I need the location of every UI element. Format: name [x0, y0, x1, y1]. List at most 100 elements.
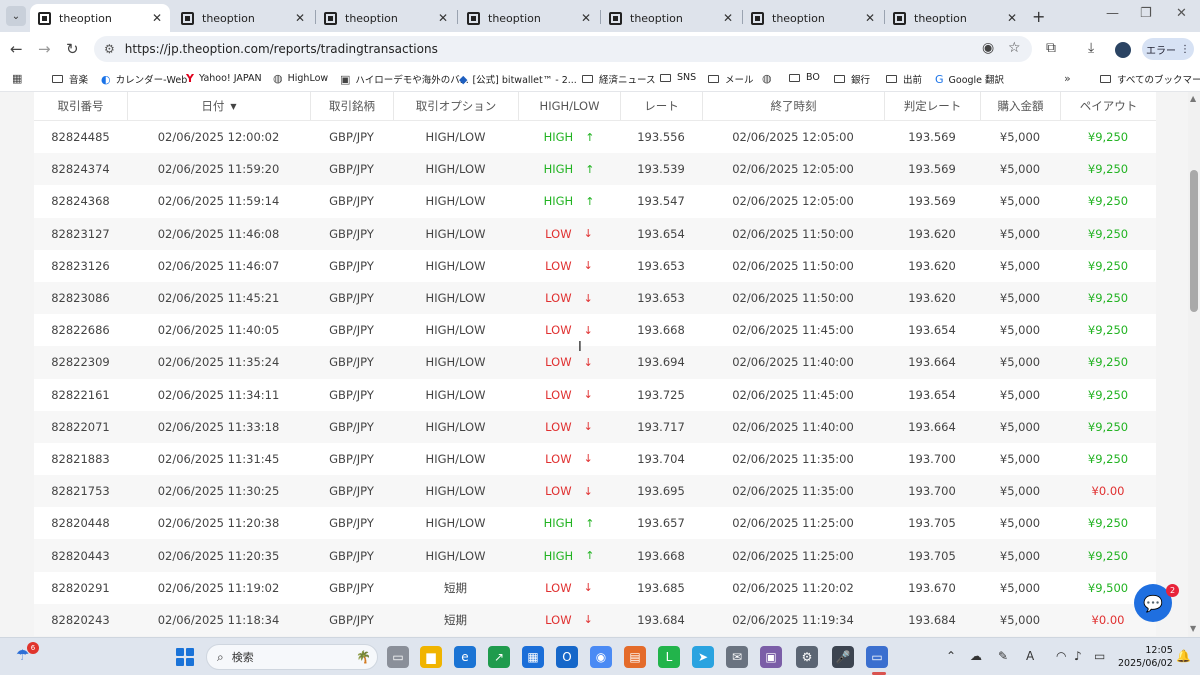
bookmark-folder[interactable]: 音楽	[52, 72, 88, 86]
date-cell: 02/06/2025 11:20:35	[157, 548, 280, 563]
pen-icon[interactable]: ✎	[998, 649, 1008, 663]
close-icon[interactable]: ✕	[295, 11, 305, 25]
scroll-up-icon[interactable]: ▲	[1190, 94, 1196, 103]
chrome-icon[interactable]: ◉	[590, 646, 612, 668]
clock[interactable]: 12:05 2025/06/02	[1118, 644, 1173, 670]
site-settings-icon[interactable]: ⚙	[104, 42, 115, 56]
header-date[interactable]: 日付 ▼	[127, 92, 310, 120]
office-icon[interactable]: ▤	[624, 646, 646, 668]
table-row: 82823127 02/06/2025 11:46:08 GBP/JPY HIGH/L…	[34, 217, 1156, 250]
bookmark-item[interactable]: Y Yahoo! JAPAN	[186, 72, 262, 85]
mail-icon[interactable]: ✉	[726, 646, 748, 668]
reload-icon[interactable]: ↻	[66, 40, 79, 58]
rate-cell: 193.547	[637, 194, 685, 209]
table-row: 82821753 02/06/2025 11:30:25 GBP/JPY HIGH/L…	[34, 475, 1156, 508]
stocks-app-icon[interactable]: ↗	[488, 646, 510, 668]
close-window-icon[interactable]: ✕	[1176, 6, 1187, 21]
all-bookmarks-folder[interactable]: すべてのブックマーク	[1100, 72, 1200, 86]
active-app-icon[interactable]: ▭	[866, 646, 888, 668]
minimize-icon[interactable]: —	[1106, 6, 1119, 21]
browser-tab[interactable]: theoption ✕	[30, 4, 170, 32]
edge-icon[interactable]: e	[454, 646, 476, 668]
line-icon[interactable]: L	[658, 646, 680, 668]
arrow-up-icon: ↑	[585, 162, 595, 176]
rate-cell: 193.668	[637, 323, 685, 338]
new-tab-button[interactable]: +	[1032, 7, 1045, 26]
profile-avatar[interactable]	[1115, 42, 1131, 58]
browser-tab[interactable]: theoption ✕	[459, 4, 599, 32]
bookmark-folder[interactable]: BO	[789, 72, 820, 83]
calendar-app-icon[interactable]: ▦	[522, 646, 544, 668]
payout-cell: ¥9,250	[1087, 291, 1129, 306]
folder-icon	[52, 75, 63, 83]
browser-tab[interactable]: theoption ✕	[173, 4, 313, 32]
clock-date: 2025/06/02	[1118, 658, 1173, 669]
error-button[interactable]: エラー ⋮	[1142, 38, 1194, 60]
file-explorer-icon[interactable]: ▆	[420, 646, 442, 668]
extensions-icon[interactable]: ⧉	[1046, 40, 1056, 56]
bookmark-item[interactable]: ◍ HighLow	[273, 72, 328, 85]
bookmark-item[interactable]: ▣ ハイローデモや海外のバ...	[340, 72, 469, 87]
url-text[interactable]: https://jp.theoption.com/reports/trading…	[125, 42, 438, 56]
battery-icon[interactable]: ▭	[1094, 649, 1105, 663]
wifi-icon[interactable]: ◠	[1056, 649, 1066, 663]
star-icon[interactable]: ☆	[1008, 40, 1021, 56]
judge-rate-cell: 193.700	[908, 451, 956, 466]
bookmark-item[interactable]: ◆ [公式] bitwallet™ - 2...	[459, 72, 577, 87]
apps-grid-icon[interactable]: ▦	[12, 72, 27, 85]
settings-gear-icon[interactable]: ⚙	[796, 646, 818, 668]
trade-id-cell: 82823127	[51, 226, 110, 241]
direction-label: LOW	[545, 258, 572, 273]
scroll-down-icon[interactable]: ▼	[1190, 624, 1196, 633]
close-icon[interactable]: ✕	[438, 11, 448, 25]
bookmark-item[interactable]: G Google 翻訳	[935, 72, 1004, 87]
bookmark-folder[interactable]: メール	[708, 72, 754, 86]
chevron-up-icon[interactable]: ⌃	[946, 649, 956, 663]
package-icon[interactable]: ▣	[760, 646, 782, 668]
outlook-icon[interactable]: O	[556, 646, 578, 668]
restore-icon[interactable]: ❐	[1140, 6, 1152, 21]
date-cell: 02/06/2025 11:19:02	[157, 580, 280, 595]
forward-arrow-icon[interactable]: →	[38, 40, 51, 58]
close-icon[interactable]: ✕	[1007, 11, 1017, 25]
asset-cell: GBP/JPY	[329, 226, 374, 241]
close-icon[interactable]: ✕	[723, 11, 733, 25]
browser-tab[interactable]: theoption ✕	[885, 4, 1025, 32]
close-icon[interactable]: ✕	[152, 11, 162, 25]
start-button[interactable]	[176, 648, 194, 666]
close-icon[interactable]: ✕	[865, 11, 875, 25]
bookmark-item[interactable]: ◐ カレンダー-Web	[101, 72, 187, 87]
rate-cell: 193.653	[637, 291, 685, 306]
task-view-icon[interactable]: ▭	[387, 646, 409, 668]
expiry-cell: 02/06/2025 11:45:00	[732, 387, 854, 402]
taskbar-search[interactable]: ⌕ 検索 🌴	[206, 644, 378, 670]
adobe-icon[interactable]: A	[1026, 649, 1034, 663]
tab-search-chevron-icon[interactable]: ⌄	[6, 6, 26, 26]
speaker-icon[interactable]: ♪	[1074, 649, 1082, 663]
address-bar[interactable]: ⚙ https://jp.theoption.com/reports/tradi…	[94, 36, 1032, 62]
asset-cell: GBP/JPY	[329, 355, 374, 370]
more-bookmarks-chevron-icon[interactable]: »	[1064, 72, 1076, 85]
download-icon[interactable]: ⤓	[1088, 40, 1094, 56]
browser-tab[interactable]: theoption ✕	[316, 4, 456, 32]
asset-cell: GBP/JPY	[329, 323, 374, 338]
back-arrow-icon[interactable]: ←	[10, 40, 23, 58]
notification-bell-icon[interactable]: 🔔	[1176, 649, 1191, 663]
eye-icon[interactable]: ◉	[982, 40, 994, 56]
bookmark-folder[interactable]: 経済ニュース	[582, 72, 656, 86]
scroll-thumb[interactable]	[1190, 170, 1198, 312]
close-icon[interactable]: ✕	[581, 11, 591, 25]
page-scrollbar[interactable]: ▲ ▼	[1188, 92, 1200, 637]
bookmark-folder[interactable]: 銀行	[834, 72, 870, 86]
browser-tab[interactable]: theoption ✕	[743, 4, 883, 32]
expiry-cell: 02/06/2025 11:40:00	[732, 419, 854, 434]
browser-tab[interactable]: theoption ✕	[601, 4, 741, 32]
option-cell: HIGH/LOW	[425, 291, 486, 306]
onedrive-cloud-icon[interactable]: ☁	[970, 649, 982, 663]
bookmark-folder[interactable]: SNS	[660, 72, 696, 83]
bookmark-item[interactable]: ◍	[762, 72, 777, 85]
telegram-icon[interactable]: ➤	[692, 646, 714, 668]
expiry-cell: 02/06/2025 11:40:00	[732, 355, 854, 370]
bookmark-folder[interactable]: 出前	[886, 72, 922, 86]
microphone-icon[interactable]: 🎤	[832, 646, 854, 668]
